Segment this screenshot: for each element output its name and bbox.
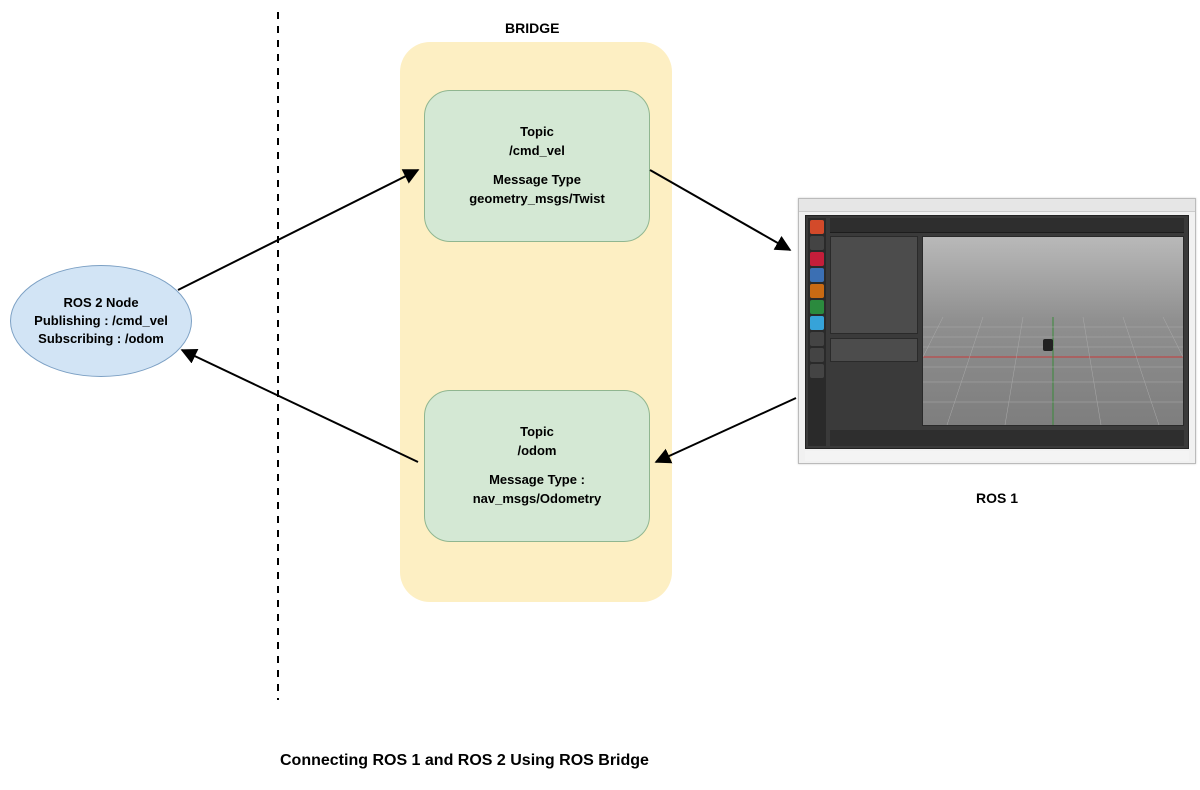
sim-window-body <box>805 215 1189 449</box>
sim-status-bar <box>805 451 1189 461</box>
diagram-caption: Connecting ROS 1 and ROS 2 Using ROS Bri… <box>280 752 649 770</box>
ros1-simulator-screenshot <box>798 198 1196 464</box>
sim-robot-icon <box>1043 339 1053 351</box>
sim-side-panel-small <box>830 338 918 362</box>
sim-3d-viewport <box>922 236 1184 426</box>
message-type: geometry_msgs/Twist <box>425 190 649 209</box>
dock-icon <box>810 252 824 266</box>
dock-icon <box>810 284 824 298</box>
message-type-label: Message Type : <box>425 471 649 490</box>
dock-icon <box>810 332 824 346</box>
arrow-ros2-to-cmdvel <box>178 170 418 290</box>
bridge-title: BRIDGE <box>505 20 559 36</box>
sim-side-panel <box>830 236 918 334</box>
dock-icon <box>810 316 824 330</box>
spacer <box>425 161 649 171</box>
dock-icon <box>810 348 824 362</box>
topic-name: /odom <box>425 442 649 461</box>
bridge-topic-cmd-vel: Topic /cmd_vel Message Type geometry_msg… <box>424 90 650 242</box>
message-type: nav_msgs/Odometry <box>425 490 649 509</box>
topic-name: /cmd_vel <box>425 142 649 161</box>
ros2-node-title: ROS 2 Node <box>11 294 191 312</box>
dock-icon <box>810 300 824 314</box>
ros2-node-ellipse: ROS 2 Node Publishing : /cmd_vel Subscri… <box>10 265 192 377</box>
dock-icon <box>810 364 824 378</box>
arrow-ros1-to-odom <box>656 398 796 462</box>
sim-dock <box>808 218 826 446</box>
dock-icon <box>810 236 824 250</box>
ros1-label: ROS 1 <box>976 490 1018 506</box>
ros2-node-pub: Publishing : /cmd_vel <box>11 312 191 330</box>
diagram-canvas: BRIDGE Topic /cmd_vel Message Type geome… <box>0 0 1200 790</box>
ros2-node-sub: Subscribing : /odom <box>11 330 191 348</box>
topic-label: Topic <box>425 123 649 142</box>
spacer <box>425 461 649 471</box>
arrow-odom-to-ros2 <box>182 350 418 462</box>
message-type-label: Message Type <box>425 171 649 190</box>
dock-icon <box>810 268 824 282</box>
sim-toolbar <box>830 218 1184 233</box>
bridge-topic-odom: Topic /odom Message Type : nav_msgs/Odom… <box>424 390 650 542</box>
topic-label: Topic <box>425 423 649 442</box>
sim-grid-icon <box>923 237 1183 426</box>
sim-window-titlebar <box>799 199 1195 212</box>
dock-icon <box>810 220 824 234</box>
sim-bottom-toolbar <box>830 430 1184 446</box>
